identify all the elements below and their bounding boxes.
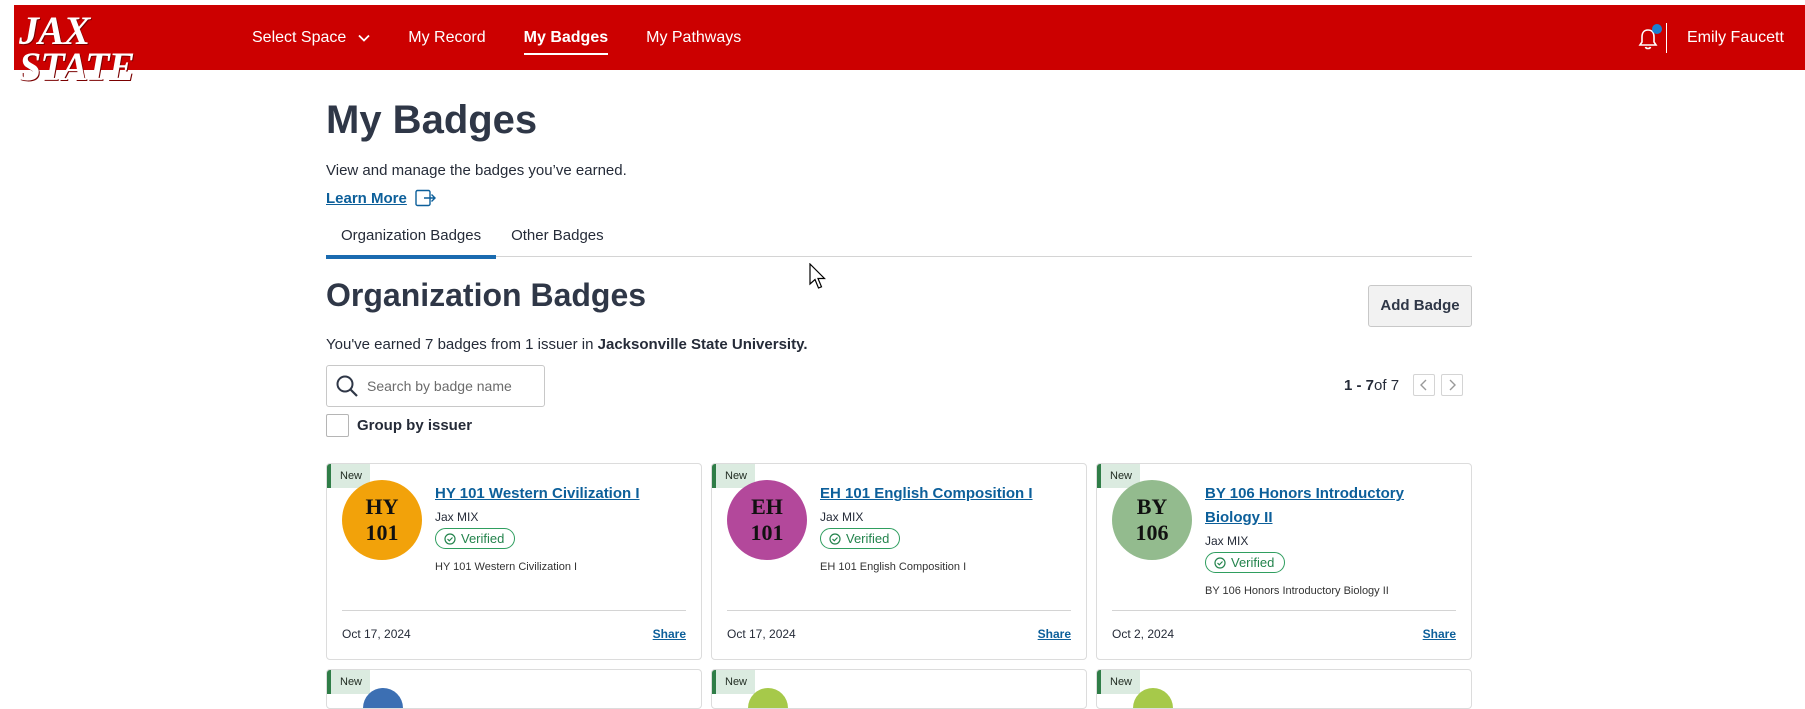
nav-select-space-label: Select Space (252, 28, 347, 46)
main-nav: Select Space My Record My Badges My Path… (252, 5, 779, 70)
new-tag: New (327, 670, 371, 694)
badge-description: HY 101 Western Civilization I (435, 560, 578, 573)
page-title: My Badges (326, 98, 538, 142)
chevron-right-icon (1449, 379, 1457, 391)
page-description: View and manage the badges you’ve earned… (326, 162, 627, 179)
badge-title-link[interactable]: BY 106 Honors Introductory Biology II (1205, 482, 1460, 530)
check-circle-icon (829, 532, 841, 545)
badge-card: New BY 106 BY 106 Honors Introductory Bi… (1096, 463, 1472, 660)
badge-card-body: EH 101 English Composition I Jax MIX Ver… (820, 482, 1075, 573)
mouse-cursor-icon (809, 263, 826, 289)
badge-issuer: Jax MIX (1205, 534, 1249, 548)
verified-label: Verified (1231, 555, 1275, 570)
badge-image[interactable]: EH 101 (727, 480, 807, 560)
search-input[interactable] (367, 378, 537, 394)
share-link[interactable]: Share (653, 627, 686, 641)
badge-code-1: EH (751, 494, 783, 519)
pagination: 1 - 7 of 7 (1344, 374, 1464, 396)
badge-card-body: HY 101 Western Civilization I Jax MIX Ve… (435, 482, 690, 573)
nav-my-record[interactable]: My Record (408, 5, 485, 70)
badge-card: New (326, 669, 702, 709)
badge-date: Oct 17, 2024 (727, 627, 796, 641)
group-by-issuer-checkbox[interactable] (326, 414, 349, 437)
check-circle-icon (444, 532, 456, 545)
badge-code-2: 101 (365, 520, 399, 545)
badge-search-box[interactable] (326, 365, 545, 407)
badge-code-2: 106 (1135, 520, 1169, 545)
prev-page-button[interactable] (1413, 374, 1436, 396)
main-content: My Badges View and manage the badges you… (326, 90, 1472, 709)
verified-badge[interactable]: Verified (435, 528, 516, 549)
search-icon (336, 375, 358, 397)
earned-prefix: You've earned 7 badges from 1 issuer in (326, 336, 598, 353)
add-badge-button[interactable]: Add Badge (1368, 285, 1472, 327)
learn-more-link[interactable]: Learn More (326, 189, 437, 207)
pager-range: 1 - 7 (1344, 376, 1375, 394)
share-link[interactable]: Share (1423, 627, 1456, 641)
tab-organization-badges[interactable]: Organization Badges (326, 223, 497, 259)
card-divider (727, 610, 1071, 611)
badge-card: New HY 101 HY 101 Western Civilization I… (326, 463, 702, 660)
tab-other-badges[interactable]: Other Badges (496, 223, 619, 257)
share-link[interactable]: Share (1038, 627, 1071, 641)
top-navbar: JAX STATE Jacksonville State University.… (14, 5, 1805, 100)
badge-issuer: Jax MIX (435, 510, 479, 524)
chevron-left-icon (1420, 379, 1427, 391)
header-divider (1666, 23, 1667, 53)
section-title: Organization Badges (326, 277, 647, 313)
new-tag: New (1097, 670, 1141, 694)
verified-badge[interactable]: Verified (1205, 552, 1286, 573)
badge-description: BY 106 Honors Introductory Biology II (1205, 584, 1389, 597)
badge-date: Oct 2, 2024 (1112, 627, 1175, 641)
badge-image[interactable]: HY 101 (342, 480, 422, 560)
badge-code-2: 101 (750, 520, 784, 545)
group-by-issuer: Group by issuer (326, 414, 472, 437)
earned-org: Jacksonville State University. (597, 336, 808, 353)
logo-main-text: JAX STATE (19, 8, 135, 89)
verified-label: Verified (846, 531, 890, 546)
notifications-bell-icon[interactable] (1637, 24, 1662, 51)
pager-total: of 7 (1374, 376, 1400, 394)
badge-card: New (1096, 669, 1472, 709)
nav-my-badges[interactable]: My Badges (523, 5, 609, 70)
badge-description: EH 101 English Composition I (820, 560, 967, 573)
user-menu[interactable]: Emily Faucett (1687, 5, 1784, 70)
verified-label: Verified (461, 531, 505, 546)
notification-dot (1652, 24, 1662, 34)
learn-more-label: Learn More (326, 189, 407, 207)
card-divider (342, 610, 686, 611)
nav-my-pathways[interactable]: My Pathways (646, 5, 741, 70)
badge-title-link[interactable]: HY 101 Western Civilization I (435, 482, 690, 506)
check-circle-icon (1214, 556, 1226, 569)
jax-state-logo[interactable]: JAX STATE Jacksonville State University. (19, 11, 191, 100)
badge-code-1: BY (1136, 494, 1168, 519)
badge-card: New (711, 669, 1087, 709)
badge-tabs: Organization Badges Other Badges (326, 223, 1472, 259)
badge-code-1: HY (365, 494, 399, 519)
external-link-icon (415, 189, 436, 207)
badge-date: Oct 17, 2024 (342, 627, 411, 641)
badge-issuer: Jax MIX (820, 510, 864, 524)
logo-sub-text: Jacksonville State University. (19, 87, 174, 99)
badge-image[interactable]: BY 106 (1112, 480, 1192, 560)
nav-select-space[interactable]: Select Space (252, 5, 370, 70)
earned-summary: You've earned 7 badges from 1 issuer in … (326, 336, 807, 353)
verified-badge[interactable]: Verified (820, 528, 901, 549)
badge-title-link[interactable]: EH 101 English Composition I (820, 482, 1075, 506)
chevron-down-icon (358, 34, 370, 42)
badge-card-body: BY 106 Honors Introductory Biology II Ja… (1205, 482, 1460, 597)
badge-card: New EH 101 EH 101 English Composition I … (711, 463, 1087, 660)
group-by-issuer-label: Group by issuer (357, 417, 473, 434)
new-tag: New (712, 670, 756, 694)
next-page-button[interactable] (1441, 374, 1464, 396)
card-divider (1112, 610, 1456, 611)
